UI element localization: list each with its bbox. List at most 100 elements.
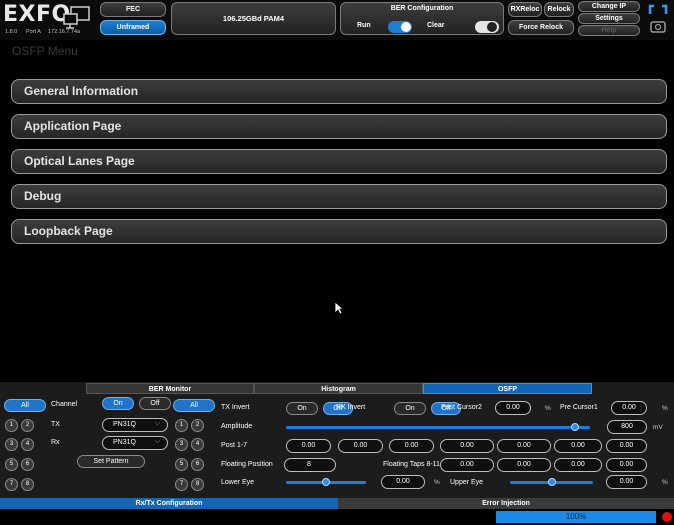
channel-label: Channel: [51, 401, 78, 408]
rx-invert-on-button[interactable]: On: [394, 402, 426, 415]
mouse-pointer-icon: [334, 301, 344, 315]
framing-button[interactable]: Unframed: [100, 20, 166, 35]
floating-tap-10-field[interactable]: 0.00: [554, 458, 602, 472]
lane-4-button[interactable]: 4: [191, 438, 204, 451]
tx-label: TX: [51, 421, 60, 428]
lane-1-button[interactable]: 1: [175, 419, 188, 432]
upper-eye-unit: %: [662, 479, 668, 486]
lane-7-button[interactable]: 7: [175, 478, 188, 491]
floating-position-field[interactable]: 8: [284, 458, 336, 472]
lane-2-button[interactable]: 2: [191, 419, 204, 432]
network-icon[interactable]: [62, 5, 92, 31]
lower-eye-slider-handle[interactable]: [322, 478, 330, 486]
channel-on-button[interactable]: On: [102, 397, 134, 410]
rxreloc-button[interactable]: RXReloc: [508, 2, 542, 17]
menu-item-general-information[interactable]: General Information: [11, 79, 667, 104]
settings-button[interactable]: Settings: [578, 13, 640, 24]
fec-button[interactable]: FEC: [100, 2, 166, 17]
post-2-field[interactable]: 0.00: [338, 439, 383, 453]
menu-item-debug[interactable]: Debug: [11, 184, 667, 209]
upper-eye-slider-handle[interactable]: [547, 478, 556, 486]
pre-cursor1-unit: %: [662, 405, 668, 412]
lane-8-button[interactable]: 8: [21, 478, 34, 491]
menu-item-optical-lanes-page[interactable]: Optical Lanes Page: [11, 149, 667, 174]
post-7-field[interactable]: 0.00: [606, 439, 647, 453]
pre-cursor1-field[interactable]: 0.00: [611, 401, 647, 415]
version-label: 1.8.0: [5, 29, 18, 35]
rate-selector[interactable]: 106.25GBd PAM4: [171, 2, 336, 35]
tx-pattern-select[interactable]: PN31Q ⌵: [102, 418, 168, 432]
tab-rxtx-configuration[interactable]: Rx/Tx Configuration: [0, 498, 338, 509]
lane-8-button[interactable]: 8: [191, 478, 204, 491]
amplitude-field[interactable]: 800: [607, 420, 647, 434]
tab-histogram[interactable]: Histogram: [254, 383, 423, 394]
floating-tap-11-field[interactable]: 0.00: [606, 458, 647, 472]
menu-item-application-page[interactable]: Application Page: [11, 114, 667, 139]
tx-invert-label: TX Invert: [221, 404, 250, 411]
lower-eye-label: Lower Eye: [221, 479, 255, 486]
rx-invert-label: RX Invert: [336, 404, 366, 411]
tab-error-injection[interactable]: Error Injection: [338, 498, 674, 509]
lane-1-button[interactable]: 1: [5, 419, 18, 432]
top-toolbar: EXFO 1.8.0 Port A 172.16.7.74a FEC Unfra…: [0, 0, 674, 40]
amplitude-label: Amplitude: [221, 423, 253, 430]
clear-toggle[interactable]: [475, 21, 499, 33]
set-pattern-button[interactable]: Set Pattern: [77, 455, 145, 468]
run-label: Run: [357, 22, 371, 29]
force-relock-button[interactable]: Force Relock: [508, 20, 574, 35]
lane-3-button[interactable]: 3: [175, 438, 188, 451]
rx-label: Rx: [51, 439, 60, 446]
post-1-field[interactable]: 0.00: [286, 439, 331, 453]
lower-eye-field[interactable]: 0.00: [381, 475, 425, 489]
menu-item-loopback-page[interactable]: Loopback Page: [11, 219, 667, 244]
floating-position-label: Floating Position: [221, 461, 273, 468]
floating-taps-label: Floating Taps 8-11: [383, 461, 440, 468]
lane-2-button[interactable]: 2: [21, 419, 34, 432]
help-button[interactable]: Help: [578, 25, 640, 36]
screenshot-icon[interactable]: [646, 2, 670, 36]
tab-ber-monitor[interactable]: BER Monitor: [86, 383, 254, 394]
amplitude-unit: mV: [653, 424, 663, 431]
change-ip-button[interactable]: Change IP: [578, 1, 640, 12]
post-cursor2-unit: %: [545, 405, 551, 412]
tx-invert-on-button[interactable]: On: [286, 402, 318, 415]
lane-6-button[interactable]: 6: [21, 458, 34, 471]
rx-pattern-select[interactable]: PN31Q ⌵: [102, 436, 168, 450]
tab-osfp[interactable]: OSFP: [423, 383, 592, 394]
all-channels-button[interactable]: All: [4, 399, 46, 412]
post-cursor2-field[interactable]: 0.00: [495, 401, 531, 415]
port-label: Port A: [26, 29, 41, 35]
post-6-field[interactable]: 0.00: [554, 439, 602, 453]
lane-4-button[interactable]: 4: [21, 438, 34, 451]
lane-5-button[interactable]: 5: [5, 458, 18, 471]
progress-track: 100%: [496, 511, 656, 523]
clear-label: Clear: [427, 22, 445, 29]
upper-eye-label: Upper Eye: [450, 479, 484, 486]
run-toggle[interactable]: [388, 21, 412, 33]
lane-3-button[interactable]: 3: [5, 438, 18, 451]
chevron-down-icon: ⌵: [154, 420, 160, 427]
all-lanes-button[interactable]: All: [173, 399, 215, 412]
amplitude-slider[interactable]: [286, 426, 590, 429]
post-3-field[interactable]: 0.00: [389, 439, 434, 453]
exfo-logo: EXFO: [3, 2, 71, 27]
post-5-field[interactable]: 0.00: [497, 439, 551, 453]
ber-config-label: BER Configuration: [390, 5, 454, 12]
post-cursor2-label: Post Cursor2: [441, 404, 482, 411]
floating-tap-8-field[interactable]: 0.00: [440, 458, 494, 472]
pre-cursor1-label: Pre Cursor1: [560, 404, 598, 411]
relock-button[interactable]: Relock: [544, 2, 574, 17]
status-indicator-icon: [662, 512, 672, 522]
upper-eye-field[interactable]: 0.00: [606, 475, 647, 489]
chevron-down-icon: ⌵: [154, 438, 160, 445]
lane-6-button[interactable]: 6: [191, 458, 204, 471]
lane-5-button[interactable]: 5: [175, 458, 188, 471]
channel-off-button[interactable]: Off: [139, 397, 171, 410]
lane-7-button[interactable]: 7: [5, 478, 18, 491]
progress-text: 100%: [565, 512, 587, 521]
amplitude-slider-handle[interactable]: [570, 423, 579, 431]
post-1-7-label: Post 1-7: [221, 442, 248, 449]
floating-tap-9-field[interactable]: 0.00: [497, 458, 551, 472]
post-4-field[interactable]: 0.00: [440, 439, 494, 453]
ber-config-panel: BER Configuration Run Clear: [340, 2, 504, 35]
